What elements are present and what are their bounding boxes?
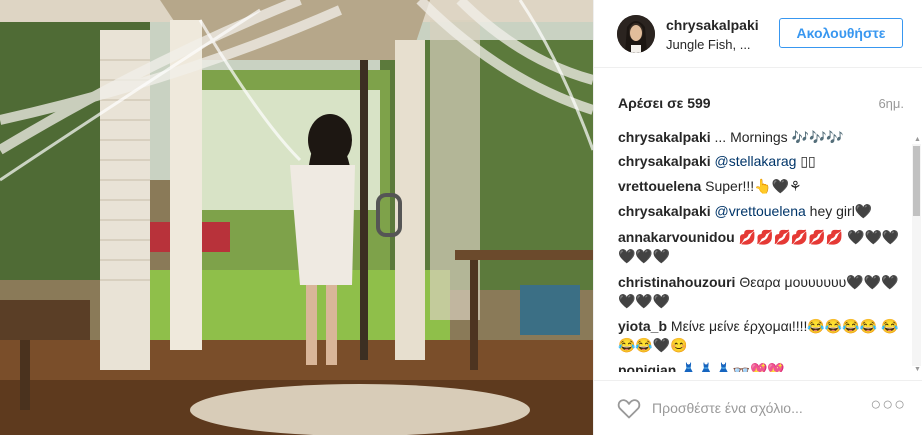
comments-scrollbar[interactable]: ▲ ▼ (912, 136, 921, 373)
scrollbar-thumb[interactable] (913, 146, 920, 216)
comment-item: vrettouelena Super!!!👆🖤⚘ (618, 177, 903, 196)
comment-item: christinahouzouri Θεαρα μουυυυυυ🖤🖤🖤🖤🖤🖤 (618, 273, 903, 311)
scroll-down-arrow-icon[interactable]: ▼ (914, 366, 921, 374)
comment-username[interactable]: popigian (618, 362, 676, 372)
comment-mention[interactable]: @stellakarag (715, 153, 797, 169)
follow-button[interactable]: Ακολουθήστε (779, 18, 903, 48)
location-link[interactable]: Jungle Fish, ... (666, 37, 751, 52)
comments-list[interactable]: chrysakalpaki ... Mornings 🎶🎶🎶 chrysakal… (594, 124, 906, 372)
comment-username[interactable]: annakarvounidou (618, 229, 735, 245)
avatar-image (617, 15, 655, 53)
post-side-panel: chrysakalpaki Jungle Fish, ... Ακολουθήσ… (593, 0, 922, 435)
comment-footer: ○○○ (594, 380, 922, 435)
comment-text: ▯▯ (796, 153, 816, 169)
comment-item: popigian 👗👗👗👓💖💖 (618, 361, 903, 372)
scroll-up-arrow-icon[interactable]: ▲ (914, 136, 921, 144)
avatar[interactable] (617, 15, 655, 53)
post-photo[interactable] (0, 0, 593, 435)
post-header: chrysakalpaki Jungle Fish, ... Ακολουθήσ… (594, 0, 922, 68)
comment-username[interactable]: chrysakalpaki (618, 153, 711, 169)
comment-item: chrysakalpaki @vrettouelena hey girl🖤 (618, 202, 903, 221)
comment-text: 👗👗👗👓💖💖 (676, 362, 785, 372)
comment-item: annakarvounidou 💋💋💋💋💋💋 🖤🖤🖤🖤🖤🖤 (618, 228, 903, 266)
comment-item: chrysakalpaki @stellakarag ▯▯ (618, 152, 903, 171)
username-link[interactable]: chrysakalpaki (666, 17, 759, 33)
photo-scene (0, 0, 593, 435)
comment-text: Super!!!👆🖤⚘ (701, 178, 802, 194)
comment-mention[interactable]: @vrettouelena (715, 203, 806, 219)
comment-item: chrysakalpaki ... Mornings 🎶🎶🎶 (618, 128, 903, 147)
comment-input[interactable] (652, 397, 852, 419)
more-options-icon[interactable]: ○○○ (870, 394, 906, 415)
comment-text: ... Mornings 🎶🎶🎶 (710, 129, 844, 145)
comment-text: hey girl🖤 (805, 203, 873, 219)
likes-count[interactable]: Αρέσει σε 599 (618, 95, 711, 111)
comment-username[interactable]: chrysakalpaki (618, 129, 711, 145)
comment-item: yiota_b Μείνε μείνε έρχομαι!!!!😂😂😂😂 😂😂😂🖤… (618, 317, 903, 355)
heart-outline-icon[interactable] (617, 397, 641, 419)
comment-username[interactable]: yiota_b (618, 318, 667, 334)
comment-username[interactable]: vrettouelena (618, 178, 701, 194)
comment-username[interactable]: chrysakalpaki (618, 203, 711, 219)
post-age[interactable]: 6ημ. (878, 96, 904, 111)
comment-username[interactable]: christinahouzouri (618, 274, 735, 290)
